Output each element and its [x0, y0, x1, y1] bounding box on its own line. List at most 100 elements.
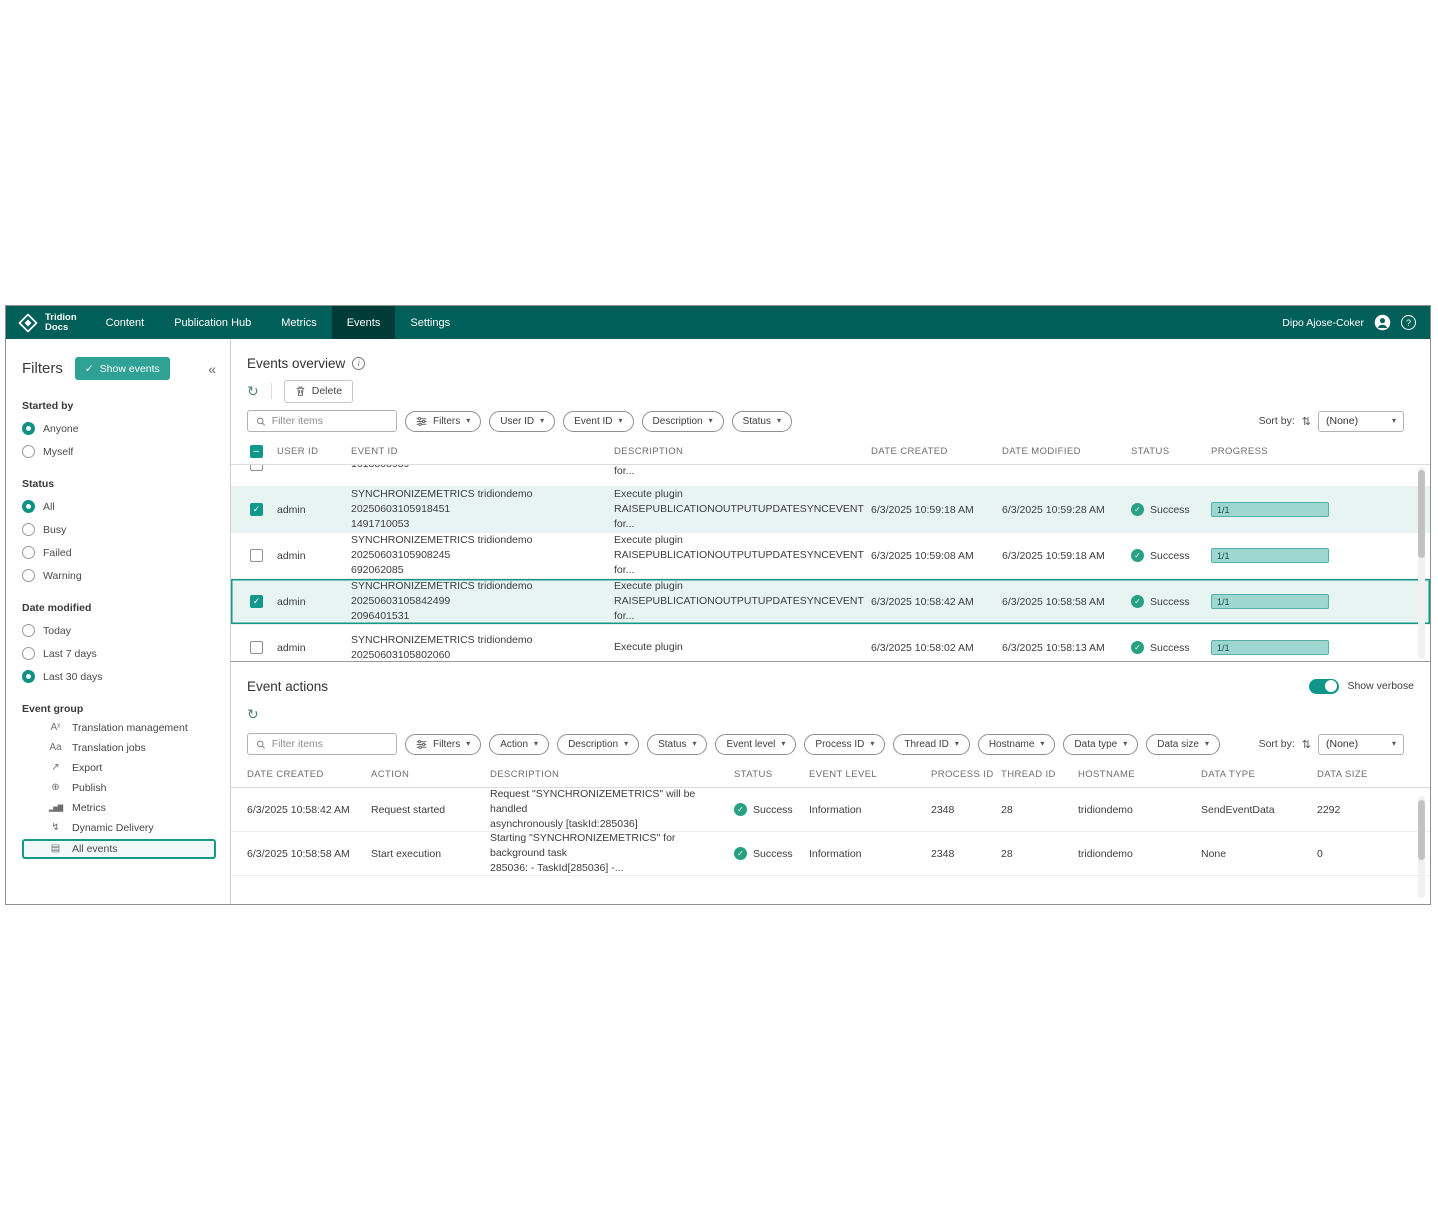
avatar-icon[interactable] [1374, 314, 1391, 331]
pill-event-id[interactable]: Event ID ▾ [563, 411, 633, 432]
nav-item-settings[interactable]: Settings [395, 306, 465, 339]
overview-sort-area: Sort by: ⇅ (None) ▾ [1259, 411, 1404, 432]
radio-label: Failed [43, 547, 72, 559]
chevron-down-icon: ▾ [777, 417, 781, 425]
event-group-all-events[interactable]: ▤ All events [22, 839, 216, 859]
nav-item-publication-hub[interactable]: Publication Hub [159, 306, 266, 339]
user-name[interactable]: Dipo Ajose-Coker [1282, 317, 1364, 329]
toggle-knob [1325, 680, 1337, 692]
process-id: 2348 [931, 804, 1001, 816]
search-icon [256, 739, 266, 750]
event-group-publish[interactable]: ⊕ Publish [22, 779, 216, 797]
info-icon[interactable]: i [352, 357, 365, 370]
event-group-export[interactable]: ↗ Export [22, 759, 216, 777]
sort-icon[interactable]: ⇅ [1302, 415, 1311, 428]
radio-today[interactable]: Today [22, 624, 216, 637]
screenshot-canvas: Tridion Docs Content Publication Hub Met… [0, 0, 1438, 1209]
event-group-metrics[interactable]: ▂▅▇ Metrics [22, 799, 216, 817]
radio-anyone[interactable]: Anyone [22, 422, 216, 435]
overview-search-input[interactable] [272, 415, 388, 427]
select-all-checkbox[interactable]: – [250, 445, 263, 458]
actions-filter-row: Filters ▾ Action ▾ Description ▾ Statu [231, 728, 1430, 762]
column-header: ACTION [371, 769, 490, 780]
radio-status-all[interactable]: All [22, 500, 216, 513]
overview-sort-select[interactable]: (None) ▾ [1318, 411, 1404, 432]
pill-label: Data size [1157, 739, 1199, 750]
help-icon[interactable]: ? [1401, 315, 1416, 330]
row-checkbox[interactable] [250, 549, 263, 562]
overview-filters-button[interactable]: Filters ▾ [405, 411, 481, 432]
sidebar-header: Filters ✓ Show events « [22, 357, 216, 380]
chevron-down-icon: ▾ [781, 740, 785, 748]
pill-data-type[interactable]: Data type ▾ [1063, 734, 1138, 755]
progress-cell: 1/1 [1211, 502, 1404, 517]
row-checkbox[interactable]: ✓ [250, 503, 263, 516]
row-checkbox[interactable] [250, 465, 263, 471]
pill-user-id[interactable]: User ID ▾ [489, 411, 555, 432]
table-row[interactable]: 1618808989 RAISEPUBLICATIONOUTPUTUPDATES… [231, 465, 1430, 487]
overview-scrollbar-thumb[interactable] [1418, 470, 1425, 558]
overview-search-box [247, 410, 397, 432]
column-header: THREAD ID [1001, 769, 1078, 780]
table-row[interactable]: ✓ admin SYNCHRONIZEMETRICS tridiondemo 2… [231, 579, 1430, 625]
pill-description[interactable]: Description ▾ [642, 411, 724, 432]
table-row[interactable]: 6/3/2025 10:58:58 AM Start execution Sta… [231, 832, 1430, 876]
event-group-translation-management[interactable]: Aˣ Translation management [22, 719, 216, 737]
progress-bar: 1/1 [1211, 640, 1329, 655]
row-checkbox[interactable]: ✓ [250, 595, 263, 608]
pill-label: Thread ID [904, 739, 948, 750]
row-checkbox[interactable] [250, 641, 263, 654]
event-group-translation-jobs[interactable]: Aa Translation jobs [22, 739, 216, 757]
pill-thread-id[interactable]: Thread ID ▾ [893, 734, 969, 755]
pill-data-size[interactable]: Data size ▾ [1146, 734, 1220, 755]
success-icon: ✓ [1131, 595, 1144, 608]
nav-item-events[interactable]: Events [332, 306, 396, 339]
events-overview-panel: Events overview i ↻ Delete [231, 339, 1430, 661]
radio-status-warning[interactable]: Warning [22, 569, 216, 582]
nav-item-metrics[interactable]: Metrics [266, 306, 331, 339]
pill-description[interactable]: Description ▾ [557, 734, 639, 755]
process-id: 2348 [931, 848, 1001, 860]
brand[interactable]: Tridion Docs [6, 306, 91, 339]
status-badge: ✓ Success [1131, 549, 1211, 562]
filters-label: Filters [433, 416, 460, 427]
radio-status-failed[interactable]: Failed [22, 546, 216, 559]
metrics-icon: ▂▅▇ [48, 805, 63, 812]
actions-sort-select[interactable]: (None) ▾ [1318, 734, 1404, 755]
table-row[interactable]: ✓ admin SYNCHRONIZEMETRICS tridiondemo 2… [231, 487, 1430, 533]
radio-myself[interactable]: Myself [22, 445, 216, 458]
pill-event-level[interactable]: Event level ▾ [715, 734, 796, 755]
actions-filters-button[interactable]: Filters ▾ [405, 734, 481, 755]
pill-hostname[interactable]: Hostname ▾ [978, 734, 1056, 755]
radio-last-30-days[interactable]: Last 30 days [22, 670, 216, 683]
collapse-sidebar-icon[interactable]: « [208, 361, 216, 377]
table-row[interactable]: admin SYNCHRONIZEMETRICS tridiondemo 202… [231, 625, 1430, 661]
refresh-button[interactable]: ↻ [247, 384, 259, 398]
group-item-label: Publish [72, 782, 106, 794]
refresh-button[interactable]: ↻ [247, 707, 259, 721]
event-group-dynamic-delivery[interactable]: ↯ Dynamic Delivery [22, 819, 216, 837]
actions-search-input[interactable] [272, 738, 388, 750]
actions-scrollbar-thumb[interactable] [1418, 800, 1425, 860]
description: RAISEPUBLICATIONOUTPUTUPDATESYNCEVENT fo… [614, 465, 861, 479]
radio-last-7-days[interactable]: Last 7 days [22, 647, 216, 660]
pill-status[interactable]: Status ▾ [732, 411, 792, 432]
overview-scrollbar[interactable] [1418, 467, 1425, 659]
delete-button[interactable]: Delete [284, 380, 353, 403]
pill-action[interactable]: Action ▾ [489, 734, 549, 755]
actions-scrollbar[interactable] [1418, 796, 1425, 898]
table-row[interactable]: 6/3/2025 10:58:42 AM Request started Req… [231, 788, 1430, 832]
show-verbose-toggle[interactable] [1309, 679, 1339, 694]
table-row[interactable]: admin SYNCHRONIZEMETRICS tridiondemo 202… [231, 533, 1430, 579]
nav-item-content[interactable]: Content [91, 306, 160, 339]
radio-status-busy[interactable]: Busy [22, 523, 216, 536]
pill-process-id[interactable]: Process ID ▾ [804, 734, 885, 755]
hostname: tridiondemo [1078, 848, 1201, 860]
event-level: Information [809, 804, 931, 816]
pill-status[interactable]: Status ▾ [647, 734, 707, 755]
group-item-label: Export [72, 762, 102, 774]
column-header: DATE CREATED [871, 446, 1002, 457]
show-events-button[interactable]: ✓ Show events [75, 357, 170, 380]
radio-on-icon [22, 670, 35, 683]
sort-icon[interactable]: ⇅ [1302, 738, 1311, 751]
